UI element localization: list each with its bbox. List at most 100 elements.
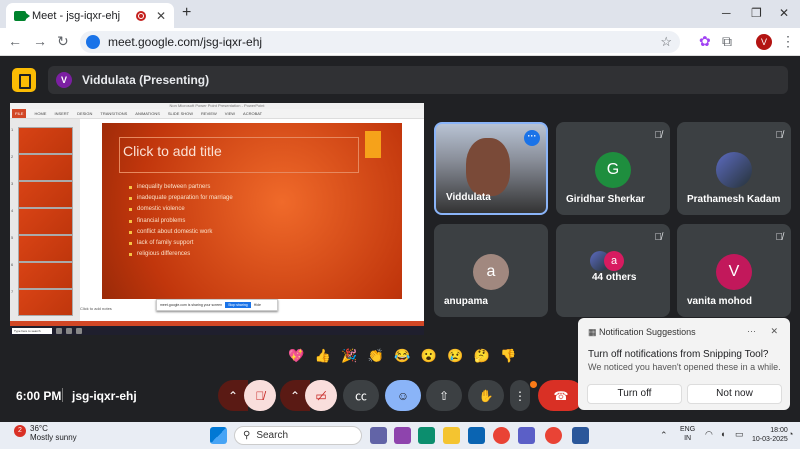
reaction-emoji[interactable]: 😮: [421, 348, 437, 364]
tab-title: Meet - jsg-iqxr-ehj: [32, 9, 121, 22]
not-now-button[interactable]: Not now: [687, 384, 782, 404]
emoji-icon: ☺: [396, 388, 410, 403]
slide-thumbnail[interactable]: [18, 208, 73, 235]
new-tab-icon[interactable]: +: [182, 4, 191, 22]
mic-off-icon: 🎙̸: [775, 130, 784, 141]
mic-toggle-button[interactable]: 🎙̸: [244, 380, 276, 411]
more-options-button[interactable]: ⋮: [510, 380, 530, 411]
file-explorer-icon[interactable]: [443, 427, 460, 444]
slide-thumbnail[interactable]: [18, 289, 73, 316]
participant-avatar: V: [716, 254, 752, 290]
participant-tile-anupama[interactable]: a anupama: [434, 224, 548, 317]
wifi-icon[interactable]: ◠: [705, 429, 713, 440]
weather-widget[interactable]: 36°C Mostly sunny: [30, 424, 77, 442]
address-bar[interactable]: meet.google.com/jsg-iqxr-ehj ☆: [80, 31, 680, 53]
shared-app-icon: [56, 327, 62, 334]
teams-icon[interactable]: [370, 427, 387, 444]
extensions-puzzle-icon[interactable]: ⧉: [722, 33, 732, 50]
word-icon[interactable]: [572, 427, 589, 444]
reaction-emoji[interactable]: 👎: [500, 348, 516, 364]
slide-thumbnail[interactable]: [18, 127, 73, 154]
hand-icon: ✋: [478, 388, 494, 403]
bookmark-star-icon[interactable]: ☆: [660, 34, 672, 50]
ribbon-tab: REVIEW: [201, 111, 217, 116]
back-icon[interactable]: ←: [8, 33, 22, 49]
reaction-emoji[interactable]: 👍: [315, 348, 331, 364]
turn-off-button[interactable]: Turn off: [587, 384, 682, 404]
reaction-emoji[interactable]: 🤔: [474, 348, 490, 364]
slide-thumbnail[interactable]: [18, 181, 73, 208]
notifications-bell-icon[interactable]: ◔: [788, 429, 793, 439]
profile-avatar[interactable]: V: [756, 34, 772, 50]
hide-button[interactable]: Hide: [254, 303, 261, 307]
slide-number: 4: [11, 208, 14, 213]
reaction-emoji[interactable]: 🎉: [341, 348, 357, 364]
participant-avatar: G: [595, 152, 631, 188]
taskbar-search[interactable]: ⚲ Search: [234, 426, 362, 445]
participant-tile-prathamesh[interactable]: 🎙̸ Prathamesh Kadam: [677, 122, 791, 215]
participant-tile-viddulata[interactable]: ··· Viddulata: [434, 122, 548, 215]
participant-tile-giridhar[interactable]: 🎙̸ G Giridhar Sherkar: [556, 122, 670, 215]
extension-icon[interactable]: ✿: [699, 33, 711, 50]
notification-header: ▦ Notification Suggestions: [588, 327, 696, 337]
site-info-icon[interactable]: [86, 35, 100, 49]
windows-start-icon[interactable]: [210, 427, 227, 444]
close-window-icon[interactable]: ✕: [779, 6, 789, 20]
reload-icon[interactable]: ↻: [57, 33, 69, 50]
minimize-icon[interactable]: ─: [722, 6, 731, 20]
taskbar-clock[interactable]: 18:00 10-03-2025: [752, 426, 788, 444]
volume-icon[interactable]: ◖: [720, 429, 725, 439]
slide-number: 6: [11, 262, 14, 267]
maximize-icon[interactable]: ❐: [751, 6, 762, 20]
mic-off-icon: 🎙̸: [775, 232, 784, 243]
reaction-emoji[interactable]: 💖: [288, 348, 304, 364]
notification-popup: ▦ Notification Suggestions ··· ✕ Turn of…: [578, 318, 790, 410]
participant-tile-others[interactable]: 🎙̸ a 44 others: [556, 224, 670, 317]
slide-number: 1: [11, 127, 14, 132]
stop-sharing-button[interactable]: Stop sharing: [225, 302, 251, 308]
reaction-emoji[interactable]: 😢: [447, 348, 463, 364]
notification-more-icon[interactable]: ···: [747, 326, 756, 336]
present-button[interactable]: ⇧: [426, 380, 462, 411]
notification-app-icon: ▦: [588, 327, 597, 337]
reaction-emoji[interactable]: 👏: [368, 348, 384, 364]
present-icon: ⇧: [438, 388, 450, 403]
raise-hand-button[interactable]: ✋: [468, 380, 504, 411]
ribbon-tab: ACROBAT: [243, 111, 263, 116]
participant-avatar: a: [473, 254, 509, 290]
chrome-icon[interactable]: [493, 427, 510, 444]
chrome-active-icon[interactable]: [545, 427, 562, 444]
reaction-emoji[interactable]: 😂: [394, 348, 410, 364]
notification-close-icon[interactable]: ✕: [770, 326, 778, 337]
slide-thumbnail[interactable]: [18, 262, 73, 289]
forward-icon[interactable]: →: [33, 33, 47, 49]
presenter-banner: V Viddulata (Presenting): [48, 66, 788, 94]
presenter-avatar: V: [56, 72, 72, 88]
slide-thumbnail[interactable]: [18, 154, 73, 181]
camera-toggle-button[interactable]: ▭̸: [305, 380, 337, 411]
language-indicator[interactable]: ENG IN: [680, 425, 695, 443]
ribbon-tab: FILE: [12, 109, 27, 118]
slide-bullet: religious differences: [129, 249, 233, 260]
browser-menu-icon[interactable]: ⋮: [781, 33, 795, 50]
outlook-icon[interactable]: [468, 427, 485, 444]
captions-button[interactable]: ㏄: [343, 380, 379, 411]
close-tab-icon[interactable]: ✕: [156, 9, 166, 23]
ribbon-tab: DESIGN: [77, 111, 93, 116]
battery-icon[interactable]: ▭: [735, 429, 744, 440]
shared-search: Type here to search: [12, 327, 52, 334]
reactions-button[interactable]: ☺: [385, 380, 421, 411]
slide-number: 3: [11, 181, 14, 186]
browser-tab[interactable]: Meet - jsg-iqxr-ehj ✕: [6, 3, 174, 28]
slide-accent-tab: [365, 131, 381, 158]
edge-icon[interactable]: [418, 427, 435, 444]
teams-work-icon[interactable]: [518, 427, 535, 444]
slide-thumbnail[interactable]: [18, 235, 73, 262]
mic-off-icon: 🎙̸: [255, 388, 265, 403]
slide-bullet: lack of family support: [129, 238, 233, 249]
presentation-icon[interactable]: [12, 68, 36, 92]
copilot-icon[interactable]: [394, 427, 411, 444]
more-options-icon[interactable]: ···: [524, 130, 540, 146]
participant-tile-vanita[interactable]: 🎙̸ V vanita mohod: [677, 224, 791, 317]
tray-expand-icon[interactable]: ⌃: [660, 430, 668, 441]
